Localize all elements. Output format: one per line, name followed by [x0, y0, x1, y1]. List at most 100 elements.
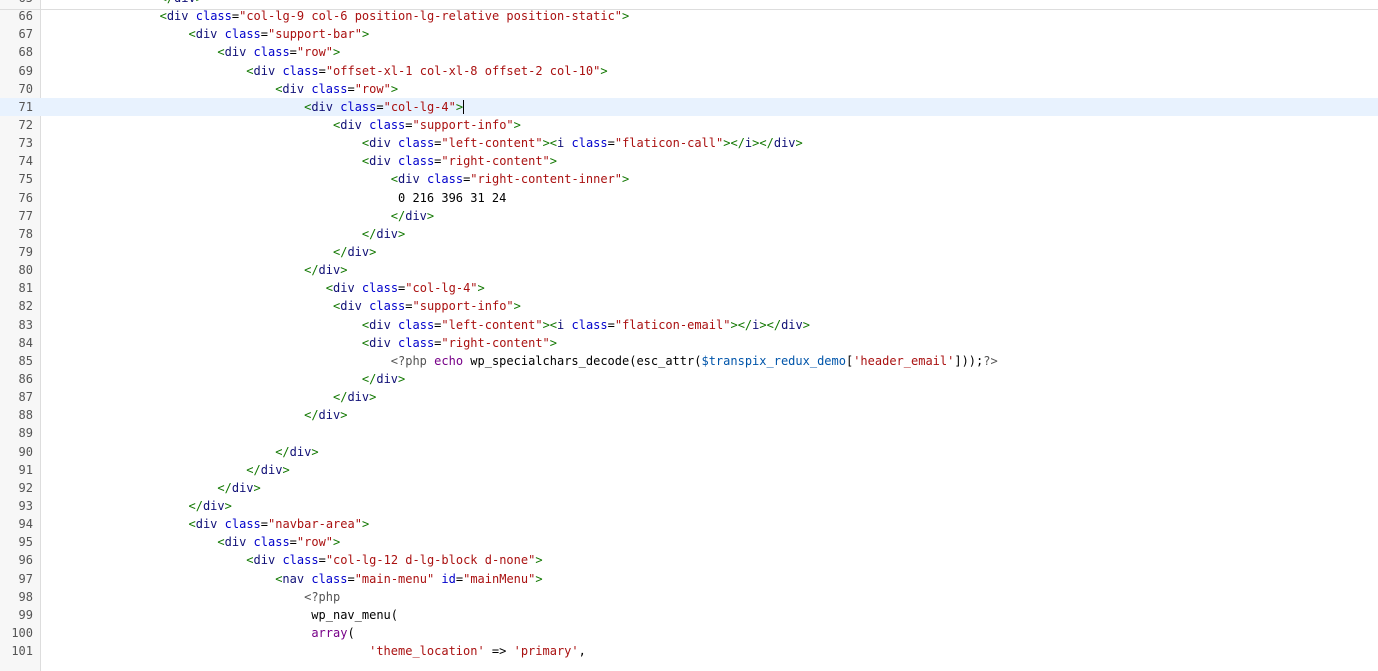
line-code[interactable]: </div> — [44, 497, 232, 515]
line-code[interactable]: </div> — [44, 406, 347, 424]
line-number: 85 — [18, 353, 33, 368]
line-code[interactable]: <div class="offset-xl-1 col-xl-8 offset-… — [44, 62, 607, 80]
code-line[interactable]: 65 </div> — [0, 0, 1378, 7]
line-code[interactable]: <div class="col-lg-4"> — [44, 279, 485, 297]
line-number: 72 — [18, 117, 33, 132]
line-code[interactable]: </div> — [44, 243, 376, 261]
line-code[interactable]: <div class="col-lg-4"> — [44, 98, 465, 116]
line-code[interactable]: <div class="row"> — [44, 80, 398, 98]
code-line[interactable]: 98 <?php — [0, 588, 1378, 606]
code-line[interactable]: 101 'theme_location' => 'primary', — [0, 642, 1378, 660]
line-code[interactable]: <div class="navbar-area"> — [44, 515, 370, 533]
line-code[interactable]: <div class="right-content-inner"> — [44, 170, 629, 188]
line-number: 73 — [18, 136, 33, 151]
line-code[interactable]: <div class="right-content"> — [44, 152, 557, 170]
code-line[interactable]: 72 <div class="support-info"> — [0, 116, 1378, 134]
line-number: 100 — [11, 625, 33, 640]
line-number: 77 — [18, 208, 33, 223]
line-code[interactable]: </div> — [44, 207, 434, 225]
code-line[interactable]: 99 wp_nav_menu( — [0, 606, 1378, 624]
line-code[interactable]: </div> — [44, 370, 405, 388]
line-number: 99 — [18, 607, 33, 622]
line-number: 88 — [18, 408, 33, 423]
line-number: 82 — [18, 299, 33, 314]
line-code[interactable]: <div class="left-content"><i class="flat… — [44, 134, 803, 152]
code-line[interactable]: 77 </div> — [0, 207, 1378, 225]
code-line[interactable]: 100 array( — [0, 624, 1378, 642]
line-code[interactable]: </div> — [44, 461, 289, 479]
line-code[interactable]: array( — [44, 624, 354, 642]
code-line[interactable]: 95 <div class="row"> — [0, 533, 1378, 551]
line-code[interactable]: <div class="left-content"><i class="flat… — [44, 316, 810, 334]
line-number: 86 — [18, 371, 33, 386]
line-code[interactable]: 'theme_location' => 'primary', — [44, 642, 586, 660]
code-line[interactable]: 86 </div> — [0, 370, 1378, 388]
line-code[interactable]: wp_nav_menu( — [44, 606, 398, 624]
line-code[interactable]: <div class="right-content"> — [44, 334, 557, 352]
line-code[interactable]: </div> — [44, 225, 405, 243]
line-code[interactable]: </div> — [44, 388, 376, 406]
code-line[interactable]: 88 </div> — [0, 406, 1378, 424]
line-code[interactable]: </div> — [44, 443, 318, 461]
line-number: 70 — [18, 81, 33, 96]
code-line[interactable]: 71 <div class="col-lg-4"> — [0, 97, 1378, 116]
line-number: 92 — [18, 480, 33, 495]
line-code[interactable]: <div class="support-info"> — [44, 297, 521, 315]
line-number: 71 — [18, 99, 33, 114]
code-line[interactable]: 90 </div> — [0, 443, 1378, 461]
code-line[interactable]: 70 <div class="row"> — [0, 80, 1378, 98]
code-line[interactable]: 67 <div class="support-bar"> — [0, 25, 1378, 43]
line-number: 75 — [18, 172, 33, 187]
code-line[interactable]: 73 <div class="left-content"><i class="f… — [0, 134, 1378, 152]
line-code[interactable]: </div> — [44, 0, 203, 7]
code-line[interactable]: 91 </div> — [0, 461, 1378, 479]
editor-top-border — [0, 9, 1378, 10]
code-line[interactable]: 80 </div> — [0, 261, 1378, 279]
line-number: 89 — [18, 426, 33, 441]
line-number: 94 — [18, 517, 33, 532]
line-code[interactable]: <div class="col-lg-12 d-lg-block d-none"… — [44, 551, 542, 569]
code-editor[interactable]: 65 </div>66 <div class="col-lg-9 col-6 p… — [0, 0, 1378, 671]
code-line[interactable]: 82 <div class="support-info"> — [0, 297, 1378, 315]
line-code[interactable]: <?php — [44, 588, 340, 606]
line-number: 74 — [18, 154, 33, 169]
code-line[interactable]: 96 <div class="col-lg-12 d-lg-block d-no… — [0, 551, 1378, 569]
code-line[interactable]: 76 0 216 396 31 24 — [0, 189, 1378, 207]
code-line[interactable]: 69 <div class="offset-xl-1 col-xl-8 offs… — [0, 62, 1378, 80]
line-number: 101 — [11, 644, 33, 659]
line-number: 90 — [18, 444, 33, 459]
code-line[interactable]: 74 <div class="right-content"> — [0, 152, 1378, 170]
code-line[interactable]: 68 <div class="row"> — [0, 43, 1378, 61]
code-line[interactable]: 81 <div class="col-lg-4"> — [0, 279, 1378, 297]
line-number: 80 — [18, 263, 33, 278]
code-line[interactable]: 75 <div class="right-content-inner"> — [0, 170, 1378, 188]
text-cursor — [463, 100, 465, 115]
line-code[interactable]: <nav class="main-menu" id="mainMenu"> — [44, 570, 542, 588]
code-line[interactable]: 78 </div> — [0, 225, 1378, 243]
line-number: 78 — [18, 226, 33, 241]
code-line[interactable]: 97 <nav class="main-menu" id="mainMenu"> — [0, 570, 1378, 588]
code-line[interactable]: 79 </div> — [0, 243, 1378, 261]
code-line[interactable]: 84 <div class="right-content"> — [0, 334, 1378, 352]
line-number: 97 — [18, 571, 33, 586]
line-code[interactable]: 0 216 396 31 24 — [44, 189, 506, 207]
line-number: 69 — [18, 63, 33, 78]
code-line[interactable]: 94 <div class="navbar-area"> — [0, 515, 1378, 533]
line-code[interactable]: <div class="row"> — [44, 43, 340, 61]
code-line[interactable]: 92 </div> — [0, 479, 1378, 497]
code-line[interactable]: 85 <?php echo wp_specialchars_decode(esc… — [0, 352, 1378, 370]
code-line[interactable]: 93 </div> — [0, 497, 1378, 515]
line-code[interactable]: </div> — [44, 479, 260, 497]
line-code[interactable]: <div class="row"> — [44, 533, 340, 551]
line-code[interactable]: <div class="support-info"> — [44, 116, 521, 134]
line-number: 96 — [18, 553, 33, 568]
line-code[interactable]: </div> — [44, 261, 347, 279]
line-number: 95 — [18, 535, 33, 550]
line-code[interactable]: <div class="support-bar"> — [44, 25, 370, 43]
line-code[interactable]: <?php echo wp_specialchars_decode(esc_at… — [44, 352, 998, 370]
code-lines[interactable]: 65 </div>66 <div class="col-lg-9 col-6 p… — [0, 0, 1378, 660]
code-line[interactable]: 83 <div class="left-content"><i class="f… — [0, 316, 1378, 334]
code-line[interactable]: 89 — [0, 424, 1378, 442]
line-number: 98 — [18, 589, 33, 604]
code-line[interactable]: 87 </div> — [0, 388, 1378, 406]
